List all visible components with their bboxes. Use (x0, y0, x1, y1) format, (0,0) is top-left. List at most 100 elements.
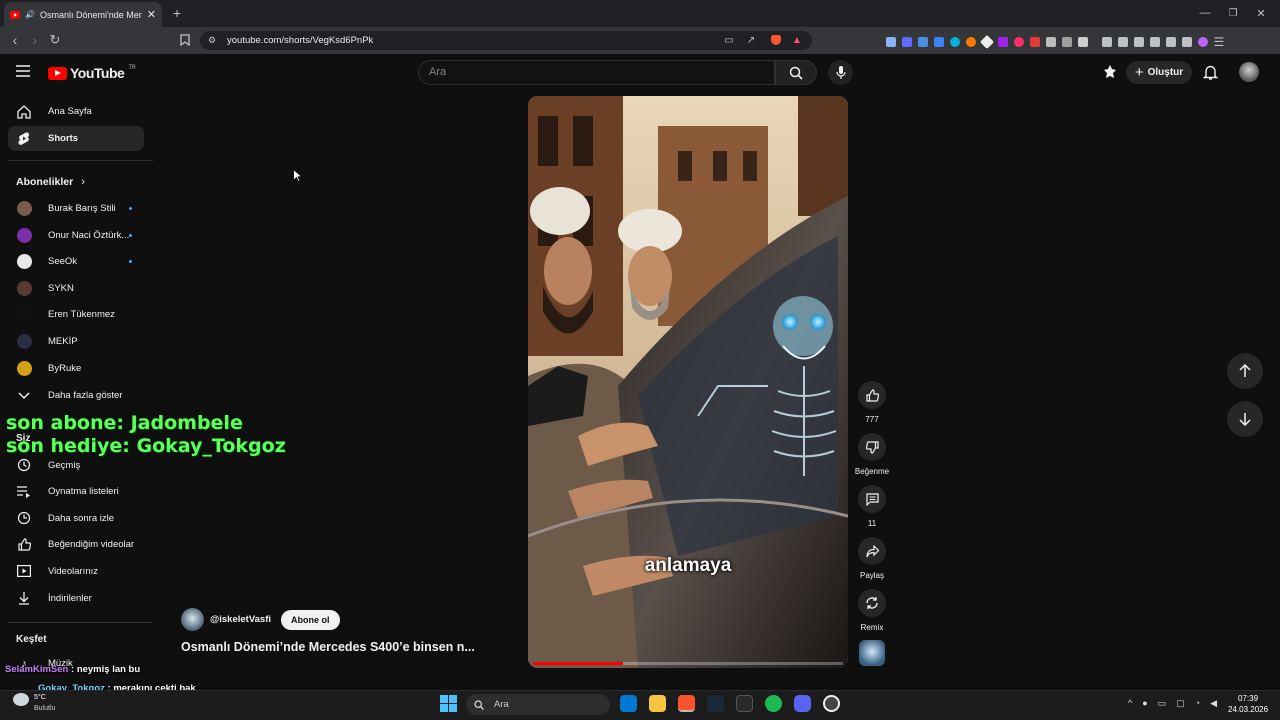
bookmark-icon[interactable] (178, 33, 192, 47)
extension-icon[interactable] (1078, 37, 1088, 47)
dislike-button[interactable] (858, 433, 886, 461)
close-window-button[interactable]: ✕ (1254, 6, 1268, 20)
clock[interactable]: 07:39 24.03.2026 (1228, 693, 1268, 715)
brave-rewards-icon[interactable]: ▲ (790, 33, 804, 47)
sidebar-item-shorts[interactable]: Shorts (8, 126, 144, 151)
share-button[interactable] (858, 537, 886, 565)
keyboard-icon[interactable]: ▭ (1158, 698, 1167, 709)
sidebar-item-liked[interactable]: Beğendiğim videolar (8, 532, 144, 557)
youtube-logo[interactable]: YouTube TR (48, 65, 136, 81)
extension-icon[interactable] (979, 34, 995, 50)
wallet-icon[interactable] (1150, 37, 1160, 47)
extension-icon[interactable] (902, 37, 912, 47)
account-avatar[interactable] (1239, 62, 1259, 82)
menu-icon[interactable]: ☰ (1214, 35, 1225, 49)
brave-browser-icon[interactable] (678, 695, 695, 712)
subscription-item[interactable]: Onur Naci Öztürk... (8, 223, 144, 248)
discord-icon[interactable] (794, 695, 811, 712)
search-button[interactable] (775, 60, 817, 85)
extension-icon[interactable] (966, 37, 976, 47)
show-more-button[interactable]: Daha fazla göster (8, 383, 144, 408)
extension-icon[interactable] (886, 37, 896, 47)
epic-games-icon[interactable] (736, 695, 753, 712)
subscription-item[interactable]: MEKİP (8, 329, 144, 354)
next-short-button[interactable] (1227, 401, 1263, 437)
sidebar-item-downloads[interactable]: İndirilenler (8, 586, 144, 611)
profile-icon[interactable] (1198, 37, 1208, 47)
subscriptions-header[interactable]: Abonelikler › (16, 176, 85, 188)
volume-icon[interactable]: ◀ (1210, 698, 1217, 709)
taskbar-search-label: Ara (494, 699, 509, 710)
reload-button[interactable]: ↻ (48, 32, 62, 47)
comments-button[interactable] (858, 485, 886, 513)
remix-label: Remix (860, 623, 884, 632)
video-progress-bar[interactable] (533, 662, 843, 665)
network-icon[interactable]: ◔ (1195, 698, 1200, 709)
subscription-item[interactable]: Burak Barış Stili (8, 196, 144, 221)
sidebar-item-your-videos[interactable]: Videolarınız (8, 559, 144, 584)
windows-start-icon[interactable] (440, 695, 457, 712)
display-icon[interactable]: ▢ (1176, 698, 1185, 709)
music-icon[interactable] (1102, 37, 1112, 47)
extension-icon[interactable] (918, 37, 928, 47)
extension-icon[interactable] (998, 37, 1008, 47)
channel-name[interactable]: @iskeletVasfi (210, 614, 271, 625)
store-app-icon[interactable] (620, 695, 637, 712)
obs-icon[interactable] (823, 695, 840, 712)
url-field[interactable]: youtube.com/shorts/VegKsd6PnPk (200, 31, 812, 50)
sidebar-icon[interactable] (1134, 37, 1144, 47)
new-tab-button[interactable]: + (170, 5, 184, 21)
show-hidden-icons-icon[interactable]: ^ (1128, 698, 1132, 709)
close-tab-icon[interactable]: ✕ (147, 8, 156, 21)
forward-button[interactable]: › (28, 32, 42, 48)
sidebar-item-watch-later[interactable]: Daha sonra izle (8, 506, 144, 531)
video-caption: anlamaya (644, 555, 732, 576)
minimize-button[interactable]: — (1198, 6, 1212, 20)
cast-icon[interactable]: ▭ (722, 33, 736, 47)
previous-short-button[interactable] (1227, 353, 1263, 389)
sidebar-item-playlists[interactable]: Oynatma listeleri (8, 479, 144, 504)
leo-icon[interactable] (1166, 37, 1176, 47)
like-button[interactable] (858, 381, 886, 409)
file-explorer-icon[interactable] (649, 695, 666, 712)
studio-icon[interactable] (1102, 64, 1118, 80)
new-content-dot (129, 233, 132, 237)
brave-shields-icon[interactable] (769, 33, 783, 47)
subscription-item[interactable]: ByRuke (8, 356, 144, 381)
hamburger-menu-icon[interactable] (16, 65, 30, 77)
back-button[interactable]: ‹ (8, 32, 22, 48)
sound-thumbnail[interactable] (859, 640, 885, 666)
extension-icon[interactable] (1014, 37, 1024, 47)
extension-icon[interactable] (950, 37, 960, 47)
spotify-icon[interactable] (765, 695, 782, 712)
subscription-item[interactable]: Eren Tükenmez (8, 302, 144, 327)
short-video-player[interactable] (528, 96, 848, 668)
search-input[interactable]: Ara (418, 60, 775, 85)
short-title[interactable]: Osmanlı Dönemi’nde Mercedes S400’e binse… (181, 640, 475, 654)
sidebar-item-home[interactable]: Ana Sayfa (8, 99, 144, 124)
system-tray: ^ ● ▭ ▢ ◔ ◀ (1128, 698, 1217, 709)
extension-icon[interactable] (1030, 37, 1040, 47)
microphone-icon[interactable]: ● (1142, 698, 1147, 709)
weather-cloud-icon[interactable] (13, 693, 29, 706)
reading-list-icon[interactable] (1118, 37, 1128, 47)
subscription-item[interactable]: SYKN (8, 276, 144, 301)
create-button[interactable]: + Oluştur (1126, 61, 1192, 84)
steam-icon[interactable] (707, 695, 724, 712)
notifications-bell-icon[interactable] (1203, 64, 1218, 80)
sidebar-item-label: Daha fazla göster (48, 390, 123, 401)
extension-icon[interactable] (1046, 37, 1056, 47)
subscription-item[interactable]: SeeOk (8, 249, 144, 274)
extension-icon[interactable] (1062, 37, 1072, 47)
subscribe-button[interactable]: Abone ol (281, 609, 340, 630)
share-page-icon[interactable]: ↗ (744, 33, 758, 47)
taskbar-search[interactable]: Ara (466, 694, 610, 715)
site-settings-icon[interactable]: ⚙ (205, 33, 219, 47)
extension-icon[interactable] (934, 37, 944, 47)
restore-button[interactable]: ❐ (1226, 6, 1240, 20)
channel-avatar[interactable] (181, 608, 204, 631)
voice-search-button[interactable] (828, 60, 853, 85)
vpn-icon[interactable] (1182, 37, 1192, 47)
browser-tab[interactable]: 🔊 Osmanlı Dönemi'nde Mercede ✕ (4, 2, 162, 27)
remix-button[interactable] (858, 589, 886, 617)
